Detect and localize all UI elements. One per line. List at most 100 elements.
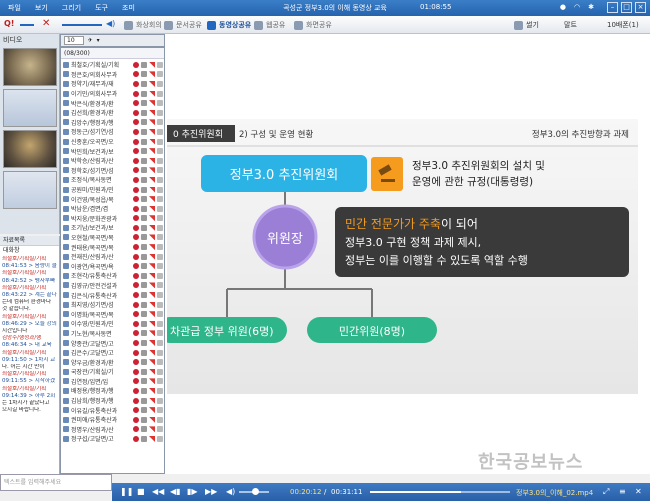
permission-icon[interactable] bbox=[149, 301, 155, 308]
hand-icon[interactable] bbox=[157, 359, 163, 366]
mic-status-icon[interactable] bbox=[133, 320, 139, 327]
permission-icon[interactable] bbox=[149, 359, 155, 366]
toolbar-button-zoom[interactable]: 10배폰(1) bbox=[603, 19, 643, 32]
camera-status-icon[interactable] bbox=[141, 244, 147, 251]
user-row[interactable]: 공원미/민원과/민 bbox=[61, 185, 164, 195]
chat-input[interactable]: 텍스트를 입력해주세요 bbox=[0, 474, 112, 491]
user-row[interactable]: 정은호/의회사무과 bbox=[61, 70, 164, 80]
mic-status-icon[interactable] bbox=[133, 100, 139, 107]
tab-video-share[interactable]: 동영상공유 bbox=[203, 19, 255, 32]
video-thumbnail[interactable] bbox=[3, 130, 57, 168]
close-video-icon[interactable]: ✕ bbox=[635, 487, 642, 496]
permission-icon[interactable] bbox=[149, 263, 155, 270]
hand-icon[interactable] bbox=[157, 292, 163, 299]
hand-icon[interactable] bbox=[157, 368, 163, 375]
menu-tools[interactable]: 도구 bbox=[95, 3, 108, 13]
pin-icon[interactable]: ✈ bbox=[88, 37, 93, 44]
mic-status-icon[interactable] bbox=[133, 205, 139, 212]
mic-status-icon[interactable] bbox=[133, 234, 139, 241]
user-row[interactable]: 김영규/안전건설과 bbox=[61, 281, 164, 291]
user-row[interactable]: 최철호/기획실/기획 bbox=[61, 60, 164, 70]
user-row[interactable]: 김남희/행정과/행 bbox=[61, 396, 164, 406]
mic-status-icon[interactable] bbox=[133, 224, 139, 231]
hand-icon[interactable] bbox=[157, 416, 163, 423]
camera-status-icon[interactable] bbox=[141, 330, 147, 337]
permission-icon[interactable] bbox=[149, 109, 155, 116]
mic-status-icon[interactable] bbox=[133, 426, 139, 433]
user-row[interactable]: 정약기/재무과/재 bbox=[61, 79, 164, 89]
menu-draw[interactable]: 그리기 bbox=[62, 3, 81, 13]
camera-status-icon[interactable] bbox=[141, 368, 147, 375]
menu-file[interactable]: 파일 bbox=[8, 3, 21, 13]
user-row[interactable]: 조현각/유통축산과 bbox=[61, 271, 164, 281]
mic-status-icon[interactable] bbox=[133, 311, 139, 318]
hand-icon[interactable] bbox=[157, 282, 163, 289]
maximize-icon[interactable]: □ bbox=[621, 2, 632, 13]
camera-status-icon[interactable] bbox=[141, 397, 147, 404]
mic-status-icon[interactable] bbox=[133, 138, 139, 145]
user-row[interactable]: 정명우/산림과/산 bbox=[61, 425, 164, 435]
camera-status-icon[interactable] bbox=[141, 215, 147, 222]
mic-status-icon[interactable] bbox=[133, 176, 139, 183]
hand-icon[interactable] bbox=[157, 157, 163, 164]
hand-icon[interactable] bbox=[157, 138, 163, 145]
camera-status-icon[interactable] bbox=[141, 292, 147, 299]
user-row[interactable]: 김선희/환경과/환 bbox=[61, 108, 164, 118]
mic-status-icon[interactable] bbox=[133, 397, 139, 404]
mic-status-icon[interactable] bbox=[133, 253, 139, 260]
camera-status-icon[interactable] bbox=[141, 100, 147, 107]
hand-icon[interactable] bbox=[157, 90, 163, 97]
user-row[interactable]: 이수영/민원과/민 bbox=[61, 319, 164, 329]
user-row[interactable]: 박민희/보건과/보 bbox=[61, 146, 164, 156]
mic-status-icon[interactable] bbox=[133, 215, 139, 222]
permission-icon[interactable] bbox=[149, 368, 155, 375]
hand-icon[interactable] bbox=[157, 205, 163, 212]
user-row[interactable]: 박학승/산림과/산 bbox=[61, 156, 164, 166]
camera-status-icon[interactable] bbox=[141, 205, 147, 212]
mic-status-icon[interactable] bbox=[133, 330, 139, 337]
camera-status-icon[interactable] bbox=[141, 282, 147, 289]
toolbar-button-cut[interactable]: 썰기 bbox=[510, 19, 543, 32]
user-row[interactable]: 배정용/행정과/행 bbox=[61, 386, 164, 396]
mic-status-icon[interactable] bbox=[133, 368, 139, 375]
hand-icon[interactable] bbox=[157, 378, 163, 385]
tab-document-share[interactable]: 문서공유 bbox=[160, 19, 206, 32]
permission-icon[interactable] bbox=[149, 61, 155, 68]
camera-status-icon[interactable] bbox=[141, 378, 147, 385]
camera-status-icon[interactable] bbox=[141, 359, 147, 366]
volume-knob[interactable] bbox=[252, 488, 259, 495]
mic-status-icon[interactable] bbox=[133, 80, 139, 87]
permission-icon[interactable] bbox=[149, 90, 155, 97]
user-row[interactable]: 이건영/목성읍/목 bbox=[61, 194, 164, 204]
hand-icon[interactable] bbox=[157, 234, 163, 241]
permission-icon[interactable] bbox=[149, 330, 155, 337]
user-row[interactable]: 정구섭/고달면/고 bbox=[61, 434, 164, 444]
user-row[interactable]: 김은식/유통축산과 bbox=[61, 290, 164, 300]
mic-status-icon[interactable] bbox=[133, 119, 139, 126]
user-row[interactable]: 권미애/유통축산과 bbox=[61, 415, 164, 425]
pause-icon[interactable]: ❚❚ bbox=[120, 487, 133, 496]
video-count-select[interactable]: 10 bbox=[64, 36, 84, 45]
user-row[interactable]: 이유길/유통축산과 bbox=[61, 405, 164, 415]
permission-icon[interactable] bbox=[149, 340, 155, 347]
hand-icon[interactable] bbox=[157, 349, 163, 356]
camera-status-icon[interactable] bbox=[141, 407, 147, 414]
permission-icon[interactable] bbox=[149, 196, 155, 203]
fullscreen-icon[interactable]: ⤢ bbox=[603, 487, 609, 497]
mic-status-icon[interactable] bbox=[133, 61, 139, 68]
permission-icon[interactable] bbox=[149, 186, 155, 193]
minimize-icon[interactable]: – bbox=[607, 2, 618, 13]
hand-icon[interactable] bbox=[157, 100, 163, 107]
user-row[interactable]: 최지영/섬기면/섬 bbox=[61, 300, 164, 310]
user-row[interactable]: 조정식/목사동면 bbox=[61, 175, 164, 185]
camera-status-icon[interactable] bbox=[141, 167, 147, 174]
permission-icon[interactable] bbox=[149, 138, 155, 145]
mute-icon[interactable]: ✕ bbox=[42, 18, 50, 29]
step-back-icon[interactable]: ◀▮ bbox=[170, 487, 181, 496]
volume-slider[interactable] bbox=[20, 24, 34, 26]
permission-icon[interactable] bbox=[149, 215, 155, 222]
permission-icon[interactable] bbox=[149, 119, 155, 126]
user-row[interactable]: 조기남/보건과/보 bbox=[61, 223, 164, 233]
camera-status-icon[interactable] bbox=[141, 186, 147, 193]
chevron-down-icon[interactable]: ▾ bbox=[97, 37, 100, 44]
